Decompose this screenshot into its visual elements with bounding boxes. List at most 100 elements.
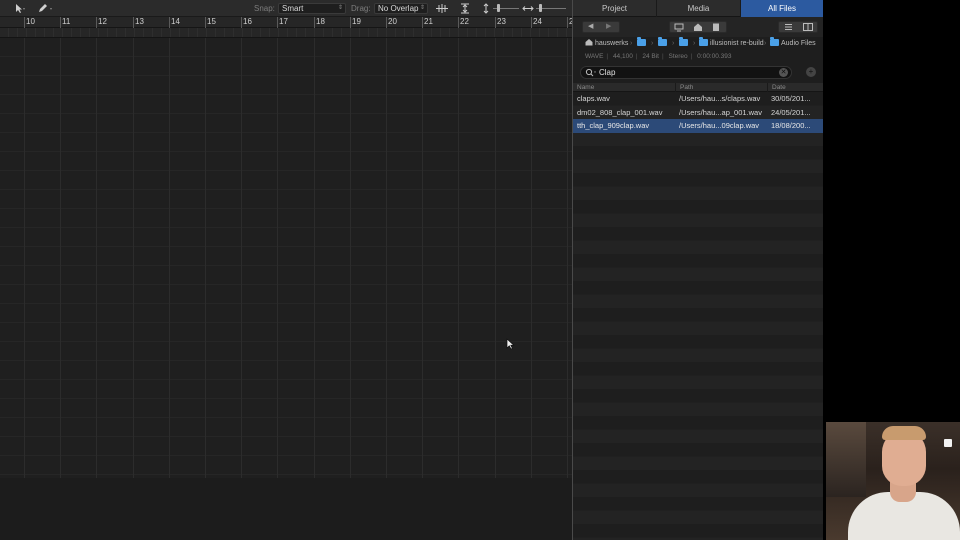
file-bit-depth: 24 Bit [642,53,659,60]
breadcrumb-separator: › [764,40,767,47]
browser-tabs: Project Media All Files [573,0,823,17]
breadcrumb-separator: › [693,40,696,47]
drag-select[interactable]: No Overlap ⇕ [374,3,428,14]
arrange-area[interactable]: Snap: Smart ⇕ Drag: No Overlap ⇕ 10 11 12 1… [0,0,572,540]
vertical-fit-icon [461,3,469,14]
folder-icon [637,37,646,46]
bar-grid-line [422,38,423,478]
horizontal-zoom-icon [521,3,535,14]
track-lanes[interactable] [0,38,572,478]
snap-label: Snap: [254,4,275,13]
home-icon [585,39,593,46]
bar-number: 12 [98,17,107,26]
file-channels: Stereo [668,53,688,60]
drag-value: No Overlap [378,4,419,13]
document-icon[interactable] [711,22,721,36]
file-date: 24/05/201... [771,107,811,117]
view-mode-group [778,21,818,33]
list-view-icon[interactable] [784,23,793,35]
bar-grid-line [386,38,387,478]
breadcrumb-folder-4[interactable]: illusionist re-build [699,37,764,51]
beat-ruler[interactable] [0,28,572,38]
tab-project[interactable]: Project [573,0,657,17]
column-header-date[interactable]: Date [767,83,823,92]
waveform-zoom-button[interactable] [435,3,449,14]
bar-ruler[interactable]: 10 11 12 13 14 15 16 17 18 19 20 21 22 23 24 2 [0,17,572,28]
table-row[interactable]: claps.wav /Users/hau...s/claps.wav 30/05… [573,92,823,106]
bar-number: 17 [279,17,288,26]
bar-grid-line [350,38,351,478]
file-name: dm02_808_clap_001.wav [577,107,663,117]
bar-number: 11 [62,17,71,26]
webcam-overlay [826,422,960,540]
breadcrumb-folder-1[interactable] [637,37,648,51]
pencil-tool-button[interactable] [37,3,55,14]
clear-search-icon[interactable]: ✕ [779,68,788,77]
mouse-cursor-icon [506,338,515,350]
column-header-name[interactable]: Name [573,83,675,92]
bar-number: 21 [424,17,433,26]
bar-grid-line [495,38,496,478]
search-input[interactable] [599,67,779,78]
breadcrumb-home[interactable]: hauswerks [585,37,628,51]
bar-grid-line [277,38,278,478]
add-search-term-icon[interactable]: + [806,67,816,77]
snap-select[interactable]: Smart ⇕ [278,3,346,14]
webcam-light [944,439,952,447]
bar-grid-line [169,38,170,478]
breadcrumb-folder-3[interactable] [679,37,690,51]
file-date: 30/05/201... [771,94,811,103]
tab-all-files[interactable]: All Files [741,0,823,17]
folder-icon [658,37,667,46]
breadcrumb-separator: › [630,40,633,47]
column-header-path[interactable]: Path [675,83,767,92]
arrange-toolbar: Snap: Smart ⇕ Drag: No Overlap ⇕ [0,0,572,17]
bar-number: 13 [135,17,144,26]
breadcrumb-home-label: hauswerks [594,40,629,47]
bar-grid-line [24,38,25,478]
vertical-zoom-icon [479,3,493,14]
breadcrumb-separator: › [651,40,654,47]
forward-arrow-icon[interactable]: ▶ [606,22,611,32]
pointer-tool-button[interactable] [14,3,26,14]
tab-media[interactable]: Media [657,0,741,17]
vertical-fit-button[interactable] [458,3,472,14]
breadcrumb-folder-5[interactable]: Audio Files [770,37,816,51]
bar-number: 20 [388,17,397,26]
pointer-icon [16,4,25,13]
bar-number: 24 [533,17,542,26]
file-browser-panel: Project Media All Files ◀ ▶ hauswerks › … [572,0,823,540]
search-icon[interactable] [585,68,597,80]
folder-icon [770,37,779,46]
file-info: WAVE | 44,100 | 24 Bit | Stereo | 0:00:00.39… [585,53,732,60]
computer-icon[interactable] [674,22,684,36]
bar-number: 10 [26,17,35,26]
column-view-icon[interactable] [803,23,813,35]
bar-number: 14 [171,17,180,26]
table-row[interactable]: dm02_808_clap_001.wav /Users/hau...ap_00… [573,106,823,120]
folder-icon [699,37,708,46]
file-path: /Users/hau...s/claps.wav [679,94,761,103]
breadcrumb: hauswerks › › › › illusionist re-build ›… [573,37,823,51]
browser-nav-bar: ◀ ▶ [573,17,823,37]
table-row-selected[interactable]: tth_clap_909clap.wav /Users/hau...09clap… [573,119,823,133]
file-name: tth_clap_909clap.wav [577,121,650,130]
file-format: WAVE [585,53,604,60]
arrange-empty-area[interactable] [0,478,572,540]
file-sample-rate: 44,100 [612,53,633,60]
file-list: claps.wav /Users/hau...s/claps.wav 30/05… [573,92,823,540]
search-field[interactable]: ✕ [580,66,792,79]
file-duration: 0:00:00.393 [697,53,732,60]
home-icon[interactable] [693,22,703,36]
horizontal-zoom-knob[interactable] [539,4,542,12]
vertical-zoom-knob[interactable] [497,4,500,12]
file-name: claps.wav [577,94,610,103]
file-table-header: Name Path Date [573,83,823,92]
breadcrumb-folder-5-label: Audio Files [781,40,816,47]
back-arrow-icon[interactable]: ◀ [588,22,593,32]
bar-grid-line [531,38,532,478]
bar-number: 15 [207,17,216,26]
breadcrumb-folder-2[interactable] [658,37,669,51]
bar-grid-line [241,38,242,478]
bar-number: 16 [243,17,252,26]
